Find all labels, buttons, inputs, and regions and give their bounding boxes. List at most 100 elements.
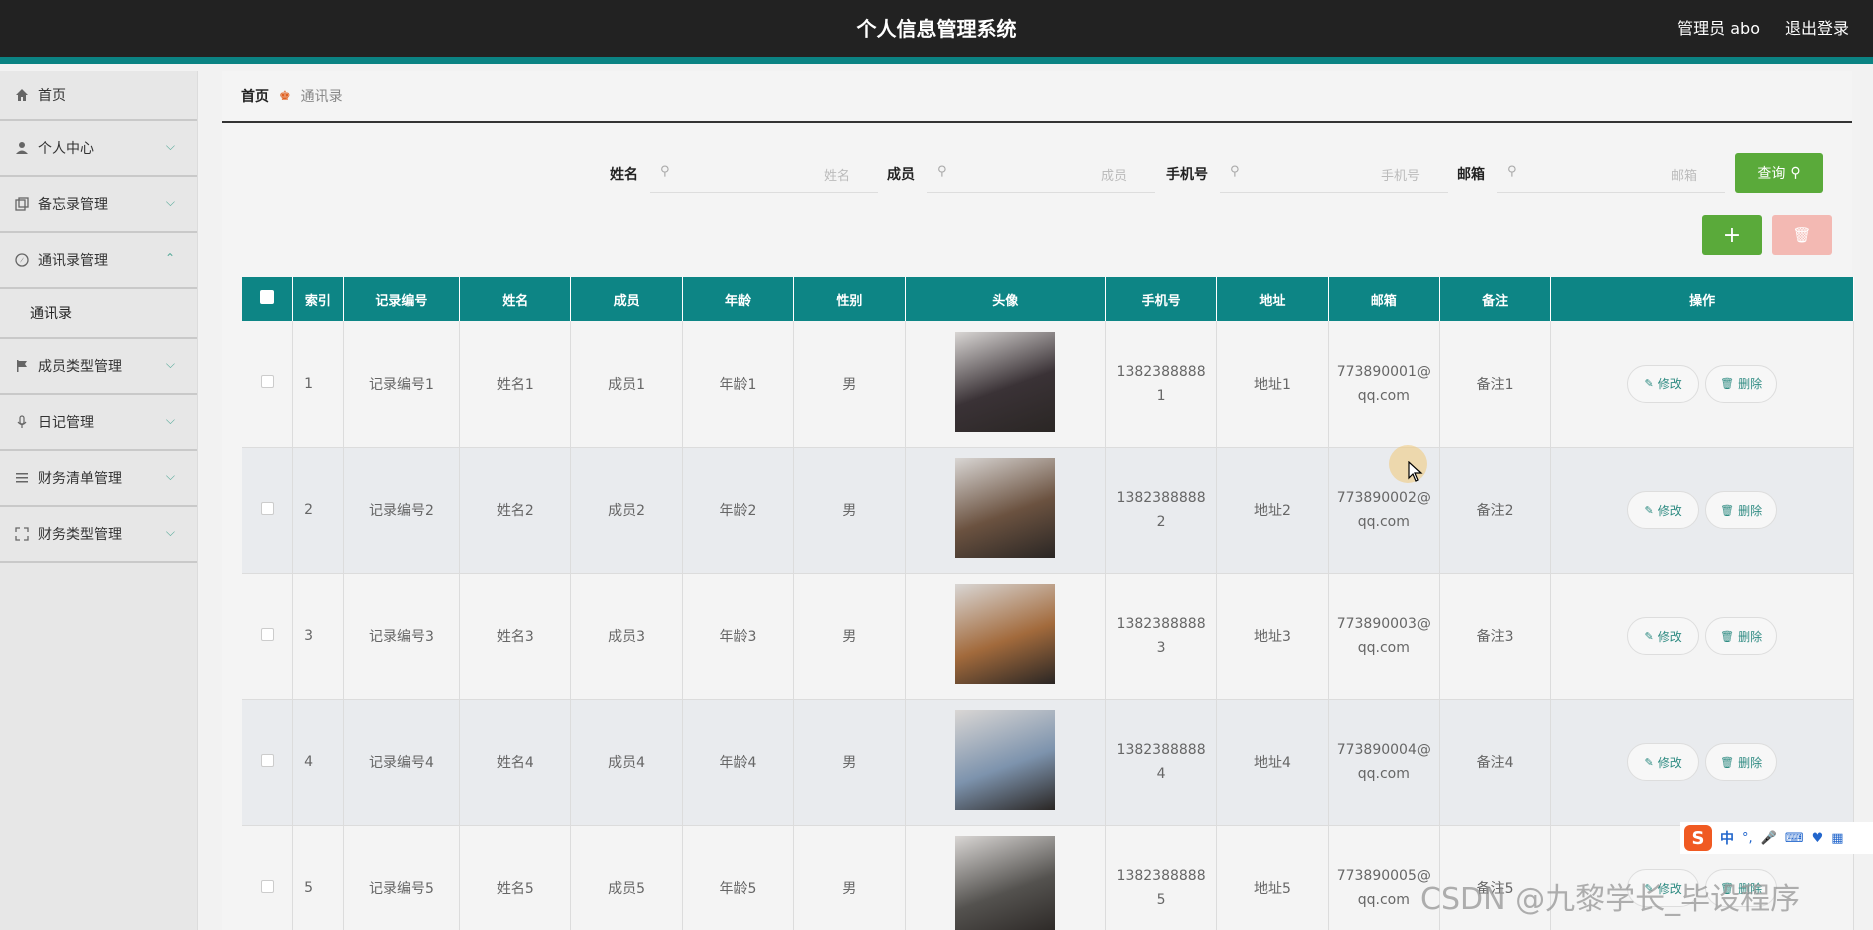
add-button[interactable]: +: [1702, 215, 1762, 255]
cell-phone: 1382388888 3: [1105, 573, 1218, 700]
ime-toolbar: S 中 °, 🎤 ⌨ ♥ ▦: [1680, 822, 1873, 854]
avatar: [955, 584, 1056, 684]
col-header-email: 邮箱: [1328, 277, 1440, 321]
sidebar-item-home[interactable]: 首页: [0, 71, 197, 121]
ime-mode[interactable]: 中: [1720, 828, 1734, 848]
delete-button[interactable]: 🗑 删除: [1705, 364, 1778, 403]
cell-record: 记录编号5: [343, 825, 461, 930]
skin-icon[interactable]: ♥: [1812, 831, 1824, 846]
cell-index: 4: [292, 699, 344, 826]
cell-record: 记录编号1: [343, 321, 461, 448]
trash-icon: 🗑: [1720, 629, 1735, 643]
row-checkbox[interactable]: [242, 825, 294, 930]
cell-avatar: [905, 321, 1106, 448]
edit-button[interactable]: ✎ 修改: [1627, 364, 1700, 403]
compass-icon: [14, 252, 30, 268]
delete-button[interactable]: 🗑 删除: [1705, 617, 1778, 655]
cell-note: 备注1: [1439, 321, 1552, 448]
cell-record: 记录编号2: [343, 447, 461, 574]
cell-name: 姓名4: [459, 699, 572, 826]
delete-button[interactable]: 🗑 删除: [1705, 491, 1778, 529]
sidebar-item-diary[interactable]: 日记管理 ⌵: [0, 395, 197, 451]
col-header-age: 年龄: [682, 277, 795, 321]
chevron-up-icon: ⌃: [164, 251, 175, 265]
edit-icon: ✎: [1644, 629, 1654, 643]
batch-delete-button[interactable]: 🗑: [1772, 215, 1832, 255]
sidebar-item-finance-type[interactable]: 财务类型管理 ⌵: [0, 507, 197, 563]
mouse-cursor-icon: [1408, 461, 1423, 482]
edit-icon: ✎: [1644, 377, 1654, 391]
search-icon: ⚲: [1507, 164, 1517, 179]
cell-name: 姓名1: [459, 321, 572, 448]
cell-gender: 男: [793, 699, 906, 826]
cell-member: 成员5: [570, 825, 683, 930]
query-button[interactable]: 查询 ⚲: [1735, 153, 1823, 193]
punctuation-icon[interactable]: °,: [1742, 831, 1753, 846]
cell-address: 地址1: [1216, 321, 1329, 448]
breadcrumb-home[interactable]: 首页: [241, 86, 269, 106]
row-checkbox[interactable]: [242, 699, 294, 826]
logout-link[interactable]: 退出登录: [1785, 15, 1849, 39]
col-header-member: 成员: [570, 277, 683, 321]
row-checkbox[interactable]: [242, 573, 294, 700]
sidebar-item-label: 成员类型管理: [38, 359, 122, 375]
row-checkbox[interactable]: [242, 321, 294, 448]
sidebar-subitem-contacts[interactable]: 通讯录: [0, 289, 197, 339]
cell-address: 地址5: [1216, 825, 1329, 930]
col-header-name: 姓名: [459, 277, 572, 321]
toolbox-icon[interactable]: ▦: [1831, 831, 1843, 846]
cell-record: 记录编号3: [343, 573, 461, 700]
table-row: 4 记录编号4 姓名4 成员4 年龄4 男 1382388888 4 地址4 773890004@…: [242, 699, 1854, 826]
microphone-icon[interactable]: 🎤: [1761, 831, 1777, 846]
admin-label: 管理员 abo: [1677, 19, 1760, 38]
edit-icon: ✎: [1644, 755, 1654, 769]
table-row: 2 记录编号2 姓名2 成员2 年龄2 男 1382388888 2 地址2 773890002@…: [242, 447, 1854, 574]
col-header-address: 地址: [1216, 277, 1329, 321]
email-label: 邮箱: [1457, 167, 1485, 183]
sidebar-item-personal[interactable]: 个人中心 ⌵: [0, 121, 197, 177]
keyboard-icon[interactable]: ⌨: [1785, 831, 1804, 846]
chevron-down-icon: ⌵: [165, 469, 175, 483]
sogou-logo-icon[interactable]: S: [1684, 825, 1712, 851]
trash-icon: 🗑: [1720, 377, 1735, 391]
phone-search-input[interactable]: ⚲ 手机号: [1220, 153, 1448, 193]
cell-note: 备注3: [1439, 573, 1552, 700]
member-search-input[interactable]: ⚲ 成员: [927, 153, 1155, 193]
breadcrumb-current: 通讯录: [300, 89, 343, 105]
cell-phone: 1382388888 4: [1105, 699, 1218, 826]
email-search-input[interactable]: ⚲ 邮箱: [1497, 153, 1725, 193]
cell-name: 姓名5: [459, 825, 572, 930]
cell-member: 成员1: [570, 321, 683, 448]
list-icon: [14, 470, 30, 486]
avatar: [955, 710, 1056, 810]
avatar: [955, 331, 1056, 432]
cell-email: 773890001@ qq.com: [1328, 321, 1440, 448]
sidebar-item-contacts[interactable]: 通讯录管理 ⌃: [0, 233, 197, 289]
microphone-icon: [14, 414, 30, 430]
cell-email: 773890003@ qq.com: [1328, 573, 1440, 700]
sidebar-item-memo[interactable]: 备忘录管理 ⌵: [0, 177, 197, 233]
name-search-input[interactable]: ⚲ 姓名: [650, 153, 878, 193]
sidebar-item-label: 通讯录管理: [38, 253, 108, 269]
cell-avatar: [905, 447, 1106, 574]
sidebar-item-finance-list[interactable]: 财务清单管理 ⌵: [0, 451, 197, 507]
row-checkbox[interactable]: [242, 447, 294, 574]
top-header: 个人信息管理系统 管理员 abo 退出登录: [0, 0, 1873, 64]
chevron-down-icon: ⌵: [165, 525, 175, 539]
sidebar-item-member-type[interactable]: 成员类型管理 ⌵: [0, 339, 197, 395]
cell-member: 成员4: [570, 699, 683, 826]
trash-icon: 🗑: [1720, 755, 1735, 769]
table-row: 1 记录编号1 姓名1 成员1 年龄1 男 1382388888 1 地址1 773890001@…: [242, 321, 1854, 448]
delete-button[interactable]: 🗑 删除: [1705, 743, 1778, 781]
search-icon: ⚲: [937, 164, 947, 179]
select-all-checkbox[interactable]: [242, 277, 294, 321]
sidebar: 首页 个人中心 ⌵ 备忘录管理 ⌵ 通讯录管理 ⌃ 通讯录 成员类型管理 ⌵ 日…: [0, 71, 198, 930]
col-header-index: 索引: [292, 277, 344, 321]
flag-icon: [14, 358, 30, 374]
edit-button[interactable]: ✎ 修改: [1627, 617, 1700, 655]
edit-icon: ✎: [1644, 503, 1654, 517]
edit-button[interactable]: ✎ 修改: [1627, 491, 1700, 529]
sidebar-item-label: 财务清单管理: [38, 471, 122, 487]
edit-button[interactable]: ✎ 修改: [1627, 743, 1700, 781]
cell-actions: ✎ 修改 🗑 删除: [1550, 321, 1854, 448]
